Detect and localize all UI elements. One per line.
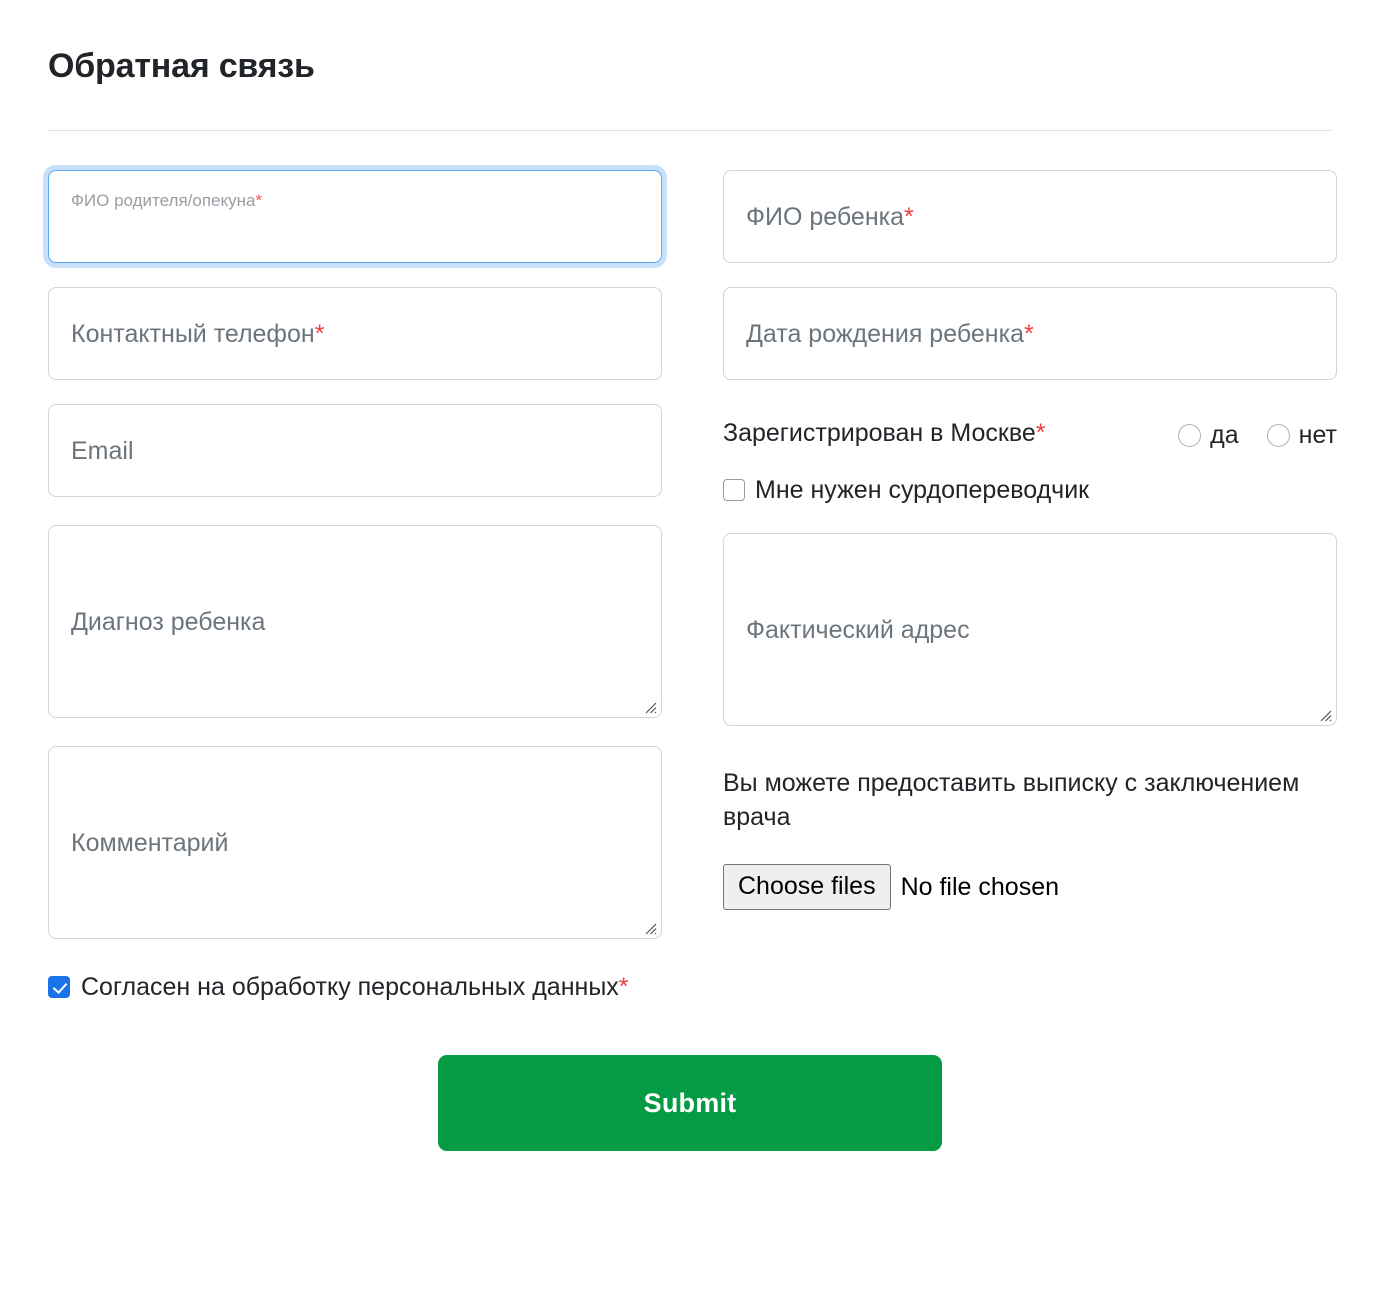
child-name-placeholder: ФИО ребенка * bbox=[746, 202, 914, 231]
child-name-input[interactable]: ФИО ребенка * bbox=[723, 170, 1337, 263]
radio-option-no[interactable]: нет bbox=[1266, 420, 1337, 450]
radio-option-no-label: нет bbox=[1298, 421, 1337, 449]
required-asterisk: * bbox=[255, 191, 263, 210]
required-asterisk: * bbox=[618, 973, 629, 1001]
form-column-left: ФИО родителя/опекуна * Контактный телефон… bbox=[48, 170, 662, 939]
registered-moscow-options: да нет bbox=[1178, 416, 1337, 450]
form-grid: ФИО родителя/опекуна * Контактный телефон… bbox=[48, 170, 1337, 939]
address-placeholder: Фактический адрес bbox=[746, 615, 970, 644]
address-textarea[interactable]: Фактический адрес bbox=[723, 533, 1337, 726]
feedback-form-page: Обратная связь ФИО родителя/опекуна * Кон… bbox=[0, 0, 1380, 1310]
sign-interpreter-checkbox[interactable] bbox=[723, 479, 745, 501]
sign-interpreter-row[interactable]: Мне нужен сурдопереводчик bbox=[723, 475, 1337, 505]
comment-placeholder: Комментарий bbox=[71, 828, 229, 857]
submit-button[interactable]: Submit bbox=[438, 1055, 942, 1151]
consent-checkbox[interactable] bbox=[48, 976, 70, 998]
choose-files-button[interactable]: Choose files bbox=[723, 864, 891, 910]
radio-option-yes[interactable]: да bbox=[1178, 420, 1239, 450]
page-title: Обратная связь bbox=[48, 47, 315, 85]
form-column-right: ФИО ребенка * Дата рождения ребенка * Заре… bbox=[723, 170, 1337, 910]
submit-row: Submit bbox=[48, 1055, 1332, 1151]
email-input[interactable]: Email bbox=[48, 404, 662, 497]
consent-label: Согласен на обработку персональных данны… bbox=[81, 973, 629, 1001]
resize-grip-icon[interactable] bbox=[641, 919, 657, 935]
resize-grip-icon[interactable] bbox=[641, 698, 657, 714]
sign-interpreter-label: Мне нужен сурдопереводчик bbox=[755, 476, 1090, 504]
child-birthdate-placeholder: Дата рождения ребенка * bbox=[746, 319, 1034, 348]
phone-placeholder: Контактный телефон * bbox=[71, 319, 325, 348]
resize-grip-icon[interactable] bbox=[1316, 706, 1332, 722]
radio-circle-icon[interactable] bbox=[1266, 423, 1290, 447]
parent-name-placeholder: ФИО родителя/опекуна * bbox=[71, 191, 263, 210]
registered-moscow-label: Зарегистрирован в Москве* bbox=[723, 419, 1046, 447]
parent-name-input[interactable]: ФИО родителя/опекуна * bbox=[48, 170, 662, 263]
required-asterisk: * bbox=[314, 319, 325, 348]
diagnosis-placeholder: Диагноз ребенка bbox=[71, 607, 266, 636]
radio-circle-icon[interactable] bbox=[1178, 423, 1202, 447]
registered-moscow-row: Зарегистрирован в Москве* да нет bbox=[723, 416, 1337, 451]
upload-note: Вы можете предоставить выписку с заключе… bbox=[723, 769, 1300, 831]
radio-option-yes-label: да bbox=[1210, 421, 1239, 449]
title-divider bbox=[48, 130, 1332, 131]
email-placeholder: Email bbox=[71, 436, 134, 465]
required-asterisk: * bbox=[1023, 319, 1034, 348]
file-upload-row: Choose files No file chosen bbox=[723, 864, 1337, 910]
file-status-text: No file chosen bbox=[900, 873, 1060, 901]
required-asterisk: * bbox=[904, 202, 914, 231]
child-birthdate-input[interactable]: Дата рождения ребенка * bbox=[723, 287, 1337, 380]
consent-row[interactable]: Согласен на обработку персональных данны… bbox=[48, 972, 1332, 1002]
diagnosis-textarea[interactable]: Диагноз ребенка bbox=[48, 525, 662, 718]
phone-input[interactable]: Контактный телефон * bbox=[48, 287, 662, 380]
comment-textarea[interactable]: Комментарий bbox=[48, 746, 662, 939]
required-asterisk: * bbox=[1035, 419, 1046, 447]
